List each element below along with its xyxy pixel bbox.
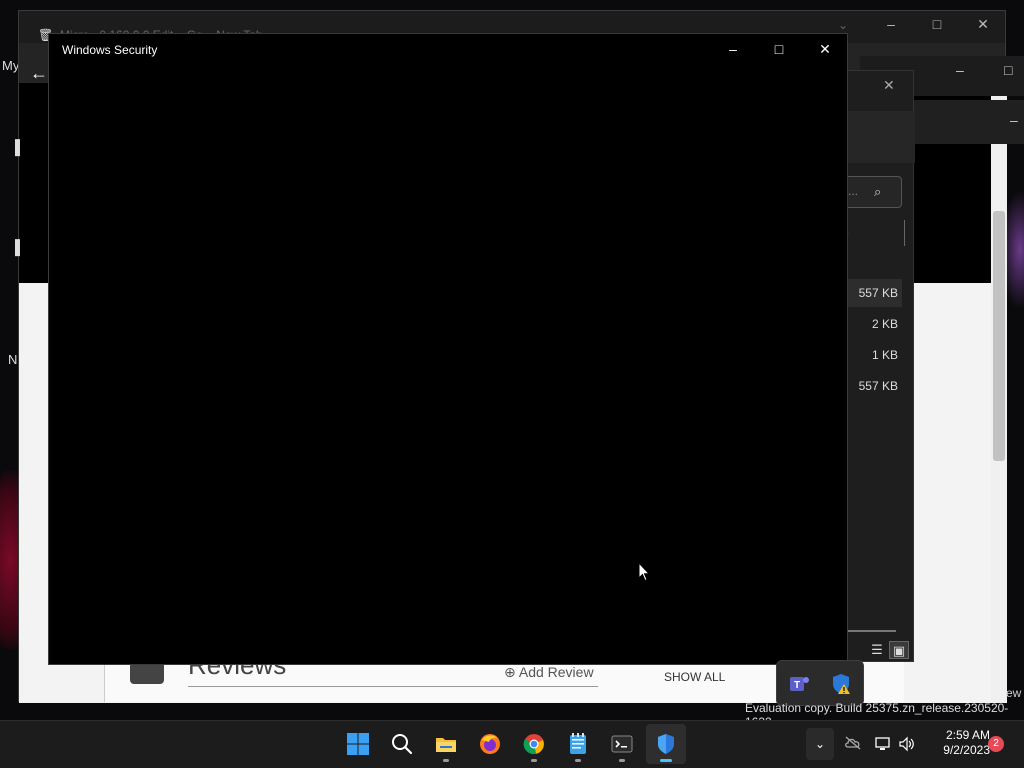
- notification-badge[interactable]: 2: [988, 736, 1004, 752]
- mouse-cursor-icon: [638, 562, 650, 582]
- chrome-button[interactable]: [514, 724, 554, 764]
- details-view-icon[interactable]: ☰: [867, 641, 887, 659]
- security-minimize-button[interactable]: –: [710, 40, 756, 58]
- add-review-link[interactable]: ⊕ Add Review: [504, 664, 594, 681]
- side-mark-1: ▌: [15, 139, 25, 155]
- explorer-divider: [904, 220, 905, 246]
- desktop-label-my: My: [2, 58, 20, 73]
- explorer-window-back-2: –: [900, 100, 1024, 144]
- tray-overflow-flyout: T: [776, 660, 864, 706]
- reviews-divider: [188, 686, 598, 687]
- watermark-partial: ew: [1006, 686, 1022, 700]
- search-icon[interactable]: ⌕: [874, 184, 881, 200]
- file-explorer-button[interactable]: [426, 724, 466, 764]
- taskbar: [0, 720, 1024, 768]
- security-maximize-button[interactable]: □: [756, 40, 802, 58]
- taskbar-clock[interactable]: 2:59 AM 9/2/2023: [924, 728, 990, 758]
- chevron-up-icon: ⌄: [814, 737, 826, 751]
- explorer-statusbar-line: [848, 630, 896, 632]
- chrome-running-indicator: [531, 759, 537, 762]
- windows-security-window: [48, 33, 848, 665]
- notepad-icon: [570, 733, 586, 754]
- start-button[interactable]: [338, 724, 378, 764]
- folder-icon: [436, 738, 456, 752]
- firefox-button[interactable]: [470, 724, 510, 764]
- reviews-icon: [130, 662, 164, 684]
- onedrive-offline-icon[interactable]: [844, 736, 862, 753]
- chevron-down-icon[interactable]: ⌄: [838, 18, 848, 32]
- back-arrow-icon[interactable]: ←: [30, 63, 48, 84]
- firefox-icon: [480, 734, 500, 754]
- security-close-button[interactable]: ✕: [802, 40, 848, 58]
- terminal-icon: [611, 735, 633, 753]
- svg-text:T: T: [794, 680, 800, 691]
- file-explorer-running-indicator: [443, 759, 449, 762]
- notepad-button[interactable]: [558, 724, 598, 764]
- windows-security-button[interactable]: [646, 724, 686, 764]
- terminal-button[interactable]: [602, 724, 642, 764]
- desktop-label-n: N: [8, 352, 18, 367]
- explorer-back-maximize-button[interactable]: □: [1004, 62, 1012, 78]
- clock-time: 2:59 AM: [945, 728, 990, 742]
- windows-logo-icon: [347, 733, 369, 755]
- tray-overflow-button[interactable]: ⌄: [806, 728, 834, 760]
- plus-circle-icon: ⊕: [504, 664, 516, 680]
- teams-icon[interactable]: T: [787, 672, 811, 696]
- terminal-running-indicator: [619, 759, 625, 762]
- browser-scroll-thumb[interactable]: [993, 211, 1005, 461]
- defender-warning-icon[interactable]: [829, 672, 853, 696]
- search-icon: [392, 734, 413, 755]
- tiles-view-icon[interactable]: ▣: [889, 641, 909, 659]
- explorer-close-button[interactable]: ✕: [883, 77, 895, 94]
- browser-minimize-button[interactable]: –: [868, 16, 914, 32]
- shield-icon: [658, 734, 674, 754]
- explorer-back2-minimize-button[interactable]: –: [1010, 112, 1018, 128]
- clock-date: 9/2/2023: [943, 743, 990, 757]
- security-window-title: Windows Security: [62, 43, 158, 57]
- side-mark-2: ▌: [15, 239, 25, 255]
- browser-maximize-button[interactable]: □: [914, 16, 960, 32]
- search-button[interactable]: [382, 724, 422, 764]
- windows-security-active-indicator: [660, 759, 672, 762]
- chrome-icon: [523, 734, 544, 755]
- volume-icon[interactable]: [898, 736, 916, 755]
- network-icon[interactable]: [874, 736, 892, 755]
- show-all-button[interactable]: SHOW ALL: [664, 670, 725, 684]
- notepad-running-indicator: [575, 759, 581, 762]
- browser-close-button[interactable]: ✕: [960, 16, 1006, 33]
- explorer-search-placeholder: ...: [848, 184, 859, 198]
- explorer-back-minimize-button[interactable]: –: [956, 62, 964, 78]
- add-review-label: Add Review: [518, 664, 594, 680]
